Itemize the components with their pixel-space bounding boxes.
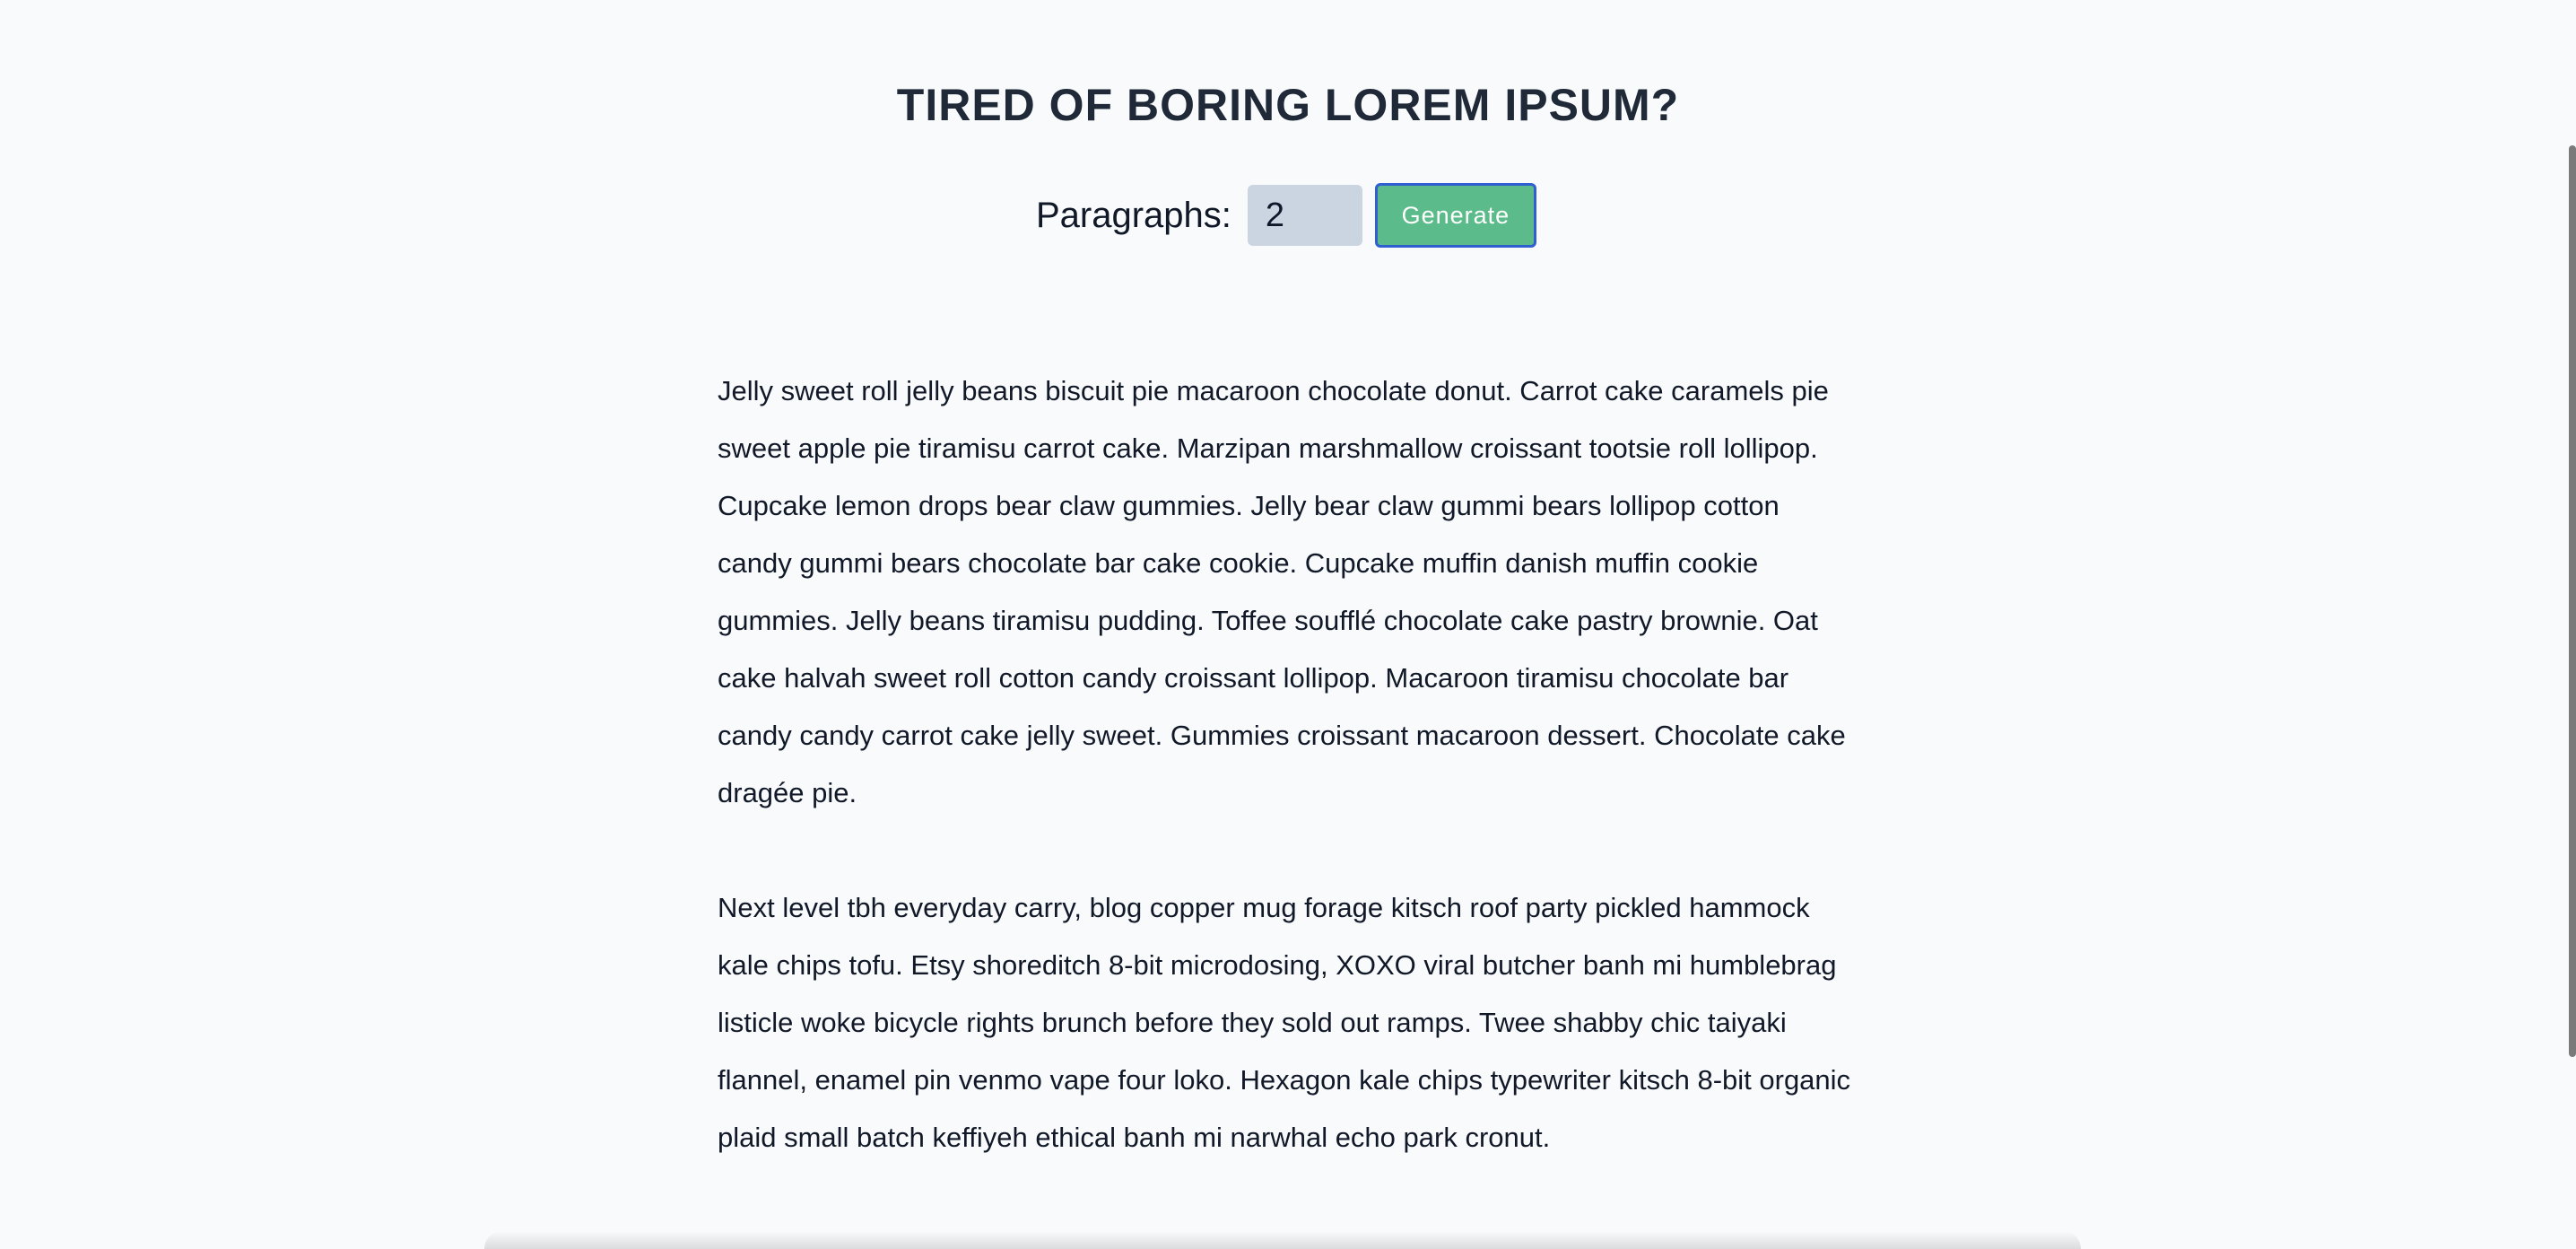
page-title: TIRED OF BORING LOREM IPSUM? bbox=[896, 80, 1680, 130]
generated-text: Jelly sweet roll jelly beans biscuit pie… bbox=[718, 362, 1857, 1224]
scrollbar[interactable] bbox=[2567, 0, 2576, 1249]
bottom-shadow bbox=[484, 1231, 2081, 1249]
paragraph-2: Next level tbh everyday carry, blog copp… bbox=[718, 892, 1851, 1153]
generator-controls-inner: Paragraphs: Generate bbox=[1036, 183, 1536, 248]
paragraphs-count-input[interactable] bbox=[1247, 185, 1362, 246]
scrollbar-thumb[interactable] bbox=[2569, 145, 2576, 1057]
generate-button[interactable]: Generate bbox=[1374, 183, 1536, 248]
paragraph-1: Jelly sweet roll jelly beans biscuit pie… bbox=[718, 375, 1846, 808]
paragraphs-label: Paragraphs: bbox=[1036, 195, 1231, 235]
page: TIRED OF BORING LOREM IPSUM? Paragraphs:… bbox=[0, 0, 2576, 1249]
